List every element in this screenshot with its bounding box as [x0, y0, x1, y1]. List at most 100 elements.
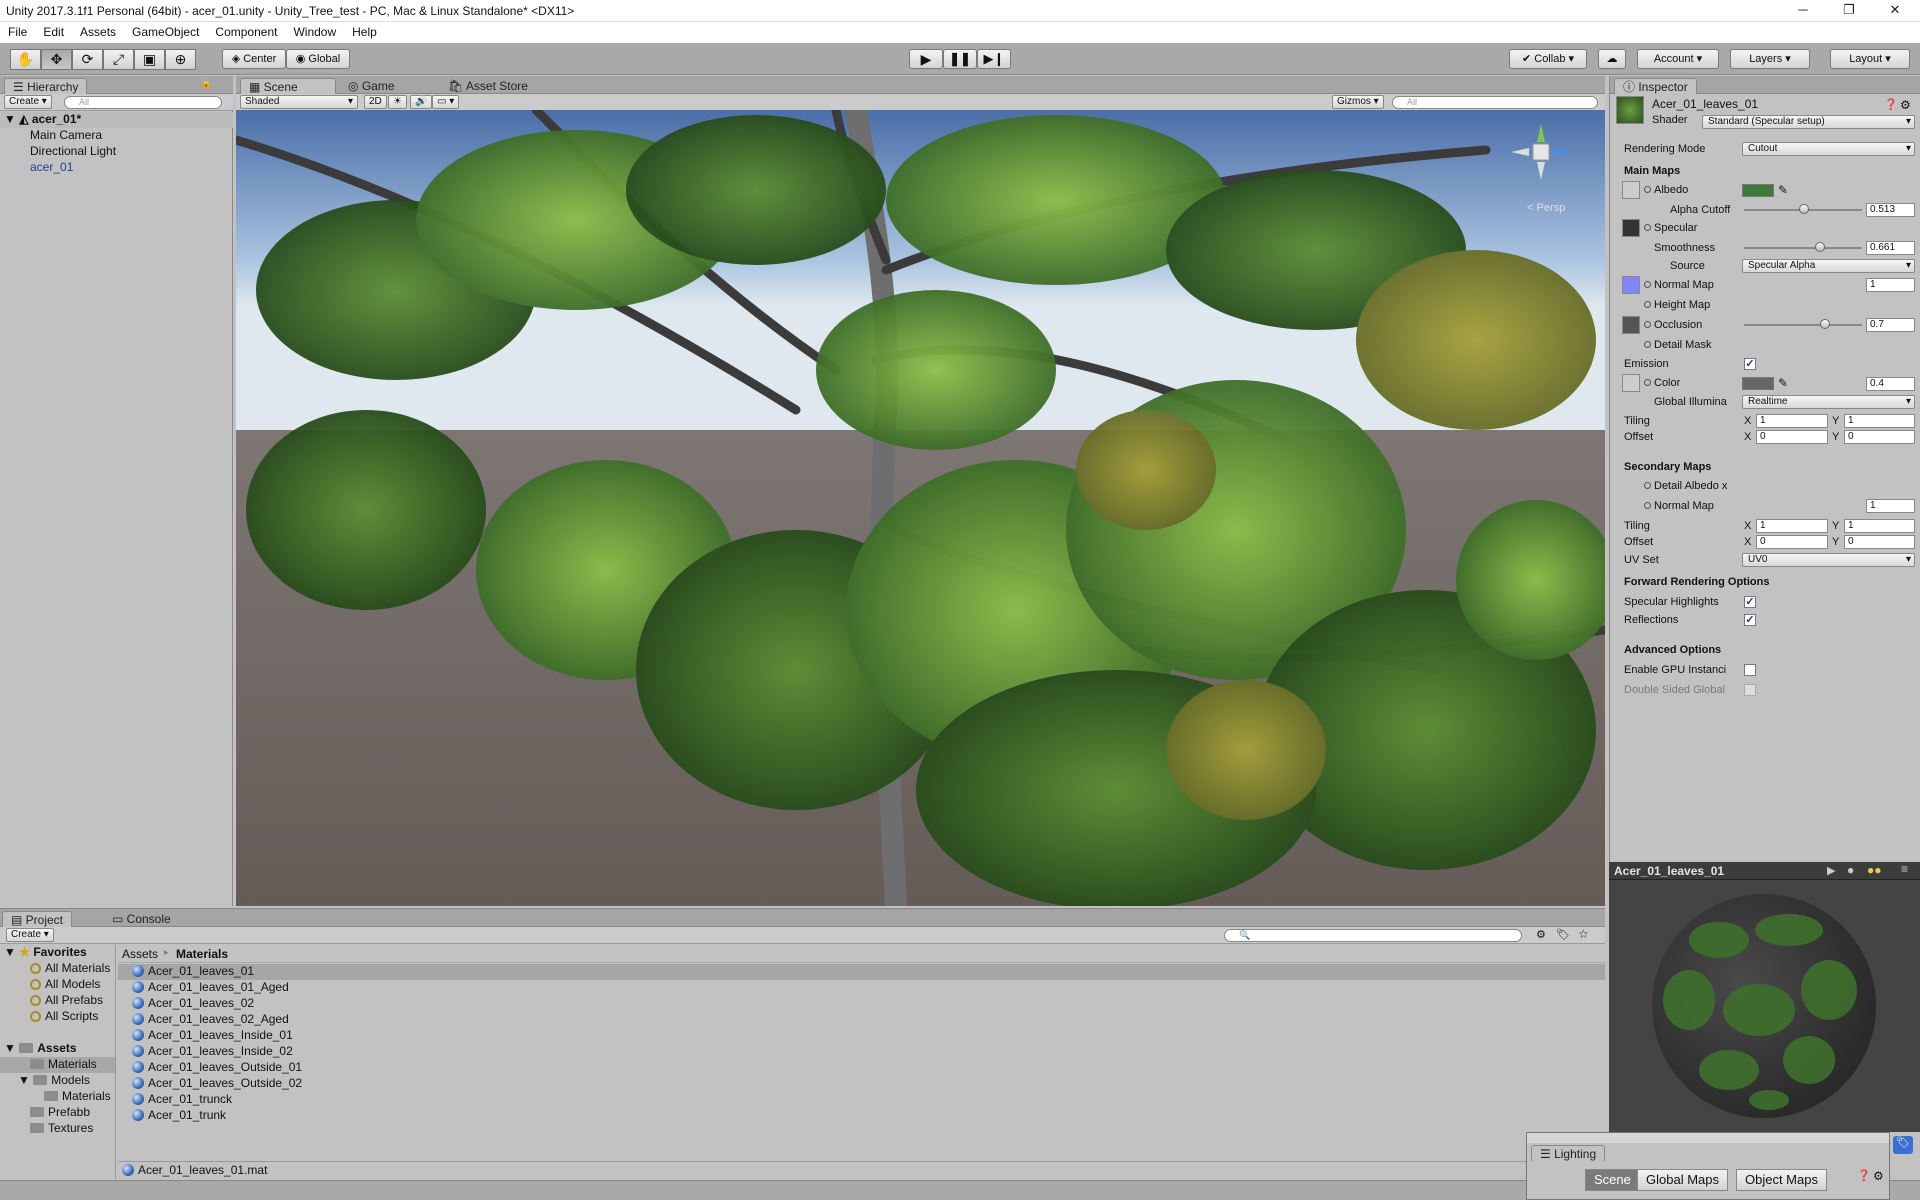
secondary-normal-scale[interactable]: 1 [1866, 499, 1915, 513]
breadcrumb-assets[interactable]: Assets [122, 947, 158, 961]
pivot-center-button[interactable]: ◈ Center [222, 49, 286, 69]
filter-by-type-icon[interactable]: ⚙ [1536, 928, 1546, 941]
asset-item[interactable]: Acer_01_leaves_02_Aged [118, 1012, 289, 1028]
favorite-star-icon[interactable]: ☆ [1578, 927, 1589, 941]
specular-highlights-checkbox[interactable]: ✓ [1744, 596, 1756, 608]
preview-sphere-icon[interactable]: ● [1847, 863, 1854, 877]
folder-materials[interactable]: Materials [0, 1057, 115, 1073]
rect-tool-icon[interactable]: ▣ [134, 49, 165, 70]
tiling-y-field[interactable]: 1 [1844, 414, 1915, 428]
tab-inspector[interactable]: ⓘ Inspector [1614, 78, 1697, 94]
asset-item[interactable]: Acer_01_leaves_Inside_02 [118, 1044, 293, 1060]
offset-x-field[interactable]: 0 [1756, 430, 1828, 444]
scale-tool-icon[interactable]: ⤢ [103, 49, 134, 70]
asset-item[interactable]: Acer_01_leaves_Inside_01 [118, 1028, 293, 1044]
project-create-button[interactable]: Create ▾ [6, 928, 54, 942]
filter-by-label-icon[interactable]: 🏷 [1556, 928, 1570, 941]
layers-dropdown[interactable]: Layers ▾ [1730, 49, 1810, 69]
occlusion-knob[interactable] [1819, 319, 1830, 329]
tab-console[interactable]: ▭ Console [104, 911, 179, 927]
tab-project[interactable]: ▤ Project [2, 911, 73, 927]
height-map-label[interactable]: Height Map [1644, 297, 1710, 313]
preview-menu-icon[interactable]: ≡ [1901, 862, 1908, 876]
transform-tool-icon[interactable]: ⊕ [165, 49, 196, 70]
asset-item[interactable]: Acer_01_leaves_Outside_02 [118, 1076, 302, 1092]
tab-hierarchy[interactable]: ☰ Hierarchy [4, 78, 88, 94]
audio-toggle-icon[interactable]: 🔊 [410, 95, 433, 109]
asset-item[interactable]: Acer_01_leaves_02 [118, 996, 254, 1012]
layout-dropdown[interactable]: Layout ▾ [1830, 49, 1910, 69]
step-button[interactable]: ▶❙ [977, 49, 1011, 69]
tiling2-x-field[interactable]: 1 [1756, 519, 1828, 533]
menu-file[interactable]: File [0, 22, 35, 39]
asset-item[interactable]: Acer_01_trunck [118, 1092, 232, 1108]
2d-toggle[interactable]: 2D [364, 95, 387, 109]
shader-dropdown[interactable]: Standard (Specular setup) ▾ [1702, 115, 1915, 129]
offset2-x-field[interactable]: 0 [1756, 535, 1828, 549]
scene-search-input[interactable]: All [1392, 96, 1598, 109]
collab-dropdown[interactable]: ✔ Collab ▾ [1509, 49, 1587, 69]
normal-map-scale[interactable]: 1 [1866, 278, 1915, 292]
preview-light-icon[interactable]: ●● [1867, 863, 1882, 877]
breadcrumb-materials[interactable]: Materials [176, 947, 228, 961]
menu-help[interactable]: Help [344, 22, 385, 39]
lighting-settings-icon[interactable]: ⚙ [1873, 1169, 1884, 1183]
menu-component[interactable]: Component [207, 22, 285, 39]
material-preview-sphere[interactable] [1609, 880, 1920, 1132]
lighting-tab-global-maps[interactable]: Global Maps [1637, 1169, 1728, 1191]
folder-models[interactable]: ▼ Models [0, 1073, 90, 1089]
smoothness-value[interactable]: 0.661 [1866, 241, 1915, 255]
smoothness-knob[interactable] [1815, 242, 1826, 252]
rendering-mode-dropdown[interactable]: Cutout ▾ [1742, 142, 1915, 156]
folder-models-materials[interactable]: Materials [0, 1089, 111, 1105]
eyedropper-icon[interactable]: ✎ [1778, 183, 1788, 197]
emission-checkbox[interactable]: ✓ [1744, 358, 1756, 370]
gizmos-dropdown[interactable]: Gizmos ▾ [1332, 95, 1384, 109]
folder-prefabb[interactable]: Prefabb [0, 1105, 90, 1121]
tiling-x-field[interactable]: 1 [1756, 414, 1828, 428]
detail-albedo-label[interactable]: Detail Albedo x [1644, 478, 1727, 494]
alpha-cutoff-value[interactable]: 0.513 [1866, 203, 1915, 217]
folder-textures[interactable]: Textures [0, 1121, 93, 1137]
menu-window[interactable]: Window [285, 22, 344, 39]
rotate-tool-icon[interactable]: ⟳ [72, 49, 103, 70]
notification-badge-icon[interactable]: 🏷 [1893, 1136, 1913, 1154]
shading-mode-dropdown[interactable]: Shaded ▾ [240, 95, 358, 109]
account-dropdown[interactable]: Account ▾ [1637, 49, 1719, 69]
play-button[interactable]: ▶ [909, 49, 943, 69]
occlusion-texture-slot[interactable] [1622, 316, 1640, 334]
hierarchy-search-input[interactable]: All [64, 96, 222, 109]
lighting-title-strip[interactable] [1527, 1133, 1889, 1143]
menu-assets[interactable]: Assets [72, 22, 124, 39]
scene-viewport[interactable]: < Persp [236, 110, 1605, 906]
albedo-texture-slot[interactable] [1622, 181, 1640, 199]
favorite-all-materials[interactable]: All Materials [0, 961, 110, 977]
favorite-all-scripts[interactable]: All Scripts [0, 1009, 98, 1025]
lighting-help-icon[interactable]: ❓ [1857, 1169, 1871, 1182]
asset-item[interactable]: Acer_01_trunk [118, 1108, 226, 1124]
emission-color-swatch[interactable] [1742, 377, 1774, 390]
reflections-checkbox[interactable]: ✓ [1744, 614, 1756, 626]
pause-button[interactable]: ❚❚ [943, 49, 977, 69]
tab-lighting[interactable]: ☰ Lighting [1531, 1145, 1606, 1161]
scene-orientation-gizmo[interactable] [1509, 120, 1573, 184]
pivot-global-button[interactable]: ◉ Global [286, 49, 350, 69]
tab-game[interactable]: ◎ Game [340, 78, 403, 94]
favorites-row[interactable]: ▼ ★ Favorites [0, 945, 87, 961]
tab-asset-store[interactable]: 🛍 Asset Store [440, 78, 536, 94]
effects-dropdown-icon[interactable]: ▭ ▾ [432, 95, 460, 109]
offset-y-field[interactable]: 0 [1844, 430, 1915, 444]
preview-play-icon[interactable]: ▶ [1827, 864, 1835, 877]
emission-texture-slot[interactable] [1622, 374, 1640, 392]
global-illumination-dropdown[interactable]: Realtime ▾ [1742, 395, 1915, 409]
hierarchy-create-button[interactable]: Create ▾ [4, 95, 52, 109]
albedo-color-swatch[interactable] [1742, 184, 1774, 197]
hierarchy-item-directional-light[interactable]: Directional Light [0, 144, 233, 160]
cloud-button[interactable]: ☁ [1598, 49, 1626, 69]
tiling2-y-field[interactable]: 1 [1844, 519, 1915, 533]
alpha-cutoff-knob[interactable] [1799, 204, 1810, 214]
gpu-instancing-checkbox[interactable] [1744, 664, 1756, 676]
menu-edit[interactable]: Edit [35, 22, 72, 39]
minimize-button[interactable]: ─ [1780, 0, 1826, 22]
lock-icon[interactable]: 🔒 [200, 78, 212, 89]
